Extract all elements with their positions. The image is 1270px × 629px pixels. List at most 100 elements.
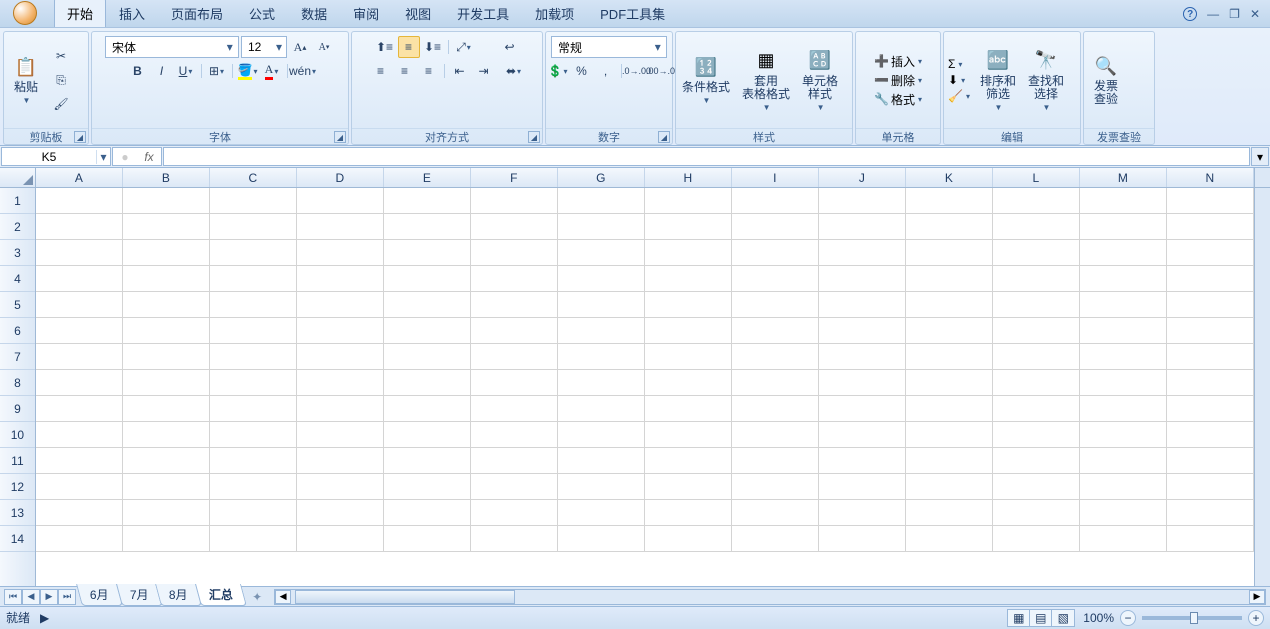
cell[interactable] bbox=[471, 474, 558, 500]
cell[interactable] bbox=[123, 266, 210, 292]
cell[interactable] bbox=[210, 318, 297, 344]
cell[interactable] bbox=[1080, 344, 1167, 370]
cell[interactable] bbox=[906, 214, 993, 240]
cell[interactable] bbox=[732, 266, 819, 292]
increase-indent-button[interactable]: ⇥ bbox=[473, 60, 495, 82]
ribbon-tab-4[interactable]: 数据 bbox=[288, 0, 340, 27]
zoom-out-button[interactable]: − bbox=[1120, 610, 1136, 626]
sheet-tab[interactable]: 6月 bbox=[76, 584, 123, 606]
cell[interactable] bbox=[1167, 240, 1254, 266]
horizontal-scrollbar[interactable]: ◀ ▶ bbox=[274, 589, 1266, 605]
format-cells-button[interactable]: 🔧格式▾ bbox=[874, 91, 922, 108]
cell[interactable] bbox=[123, 370, 210, 396]
office-button[interactable] bbox=[0, 0, 50, 27]
decrease-indent-button[interactable]: ⇤ bbox=[449, 60, 471, 82]
row-header[interactable]: 6 bbox=[0, 318, 35, 344]
ribbon-tab-3[interactable]: 公式 bbox=[236, 0, 288, 27]
font-size-combo[interactable]: ▾ bbox=[241, 36, 287, 58]
paste-button[interactable]: 📋 粘贴 ▼ bbox=[4, 53, 48, 107]
column-header[interactable]: L bbox=[993, 168, 1080, 187]
cell[interactable] bbox=[819, 396, 906, 422]
cell[interactable] bbox=[732, 500, 819, 526]
cell[interactable] bbox=[1167, 474, 1254, 500]
ribbon-tab-9[interactable]: PDF工具集 bbox=[587, 0, 678, 27]
format-painter-button[interactable]: 🖌 bbox=[50, 93, 72, 115]
cell[interactable] bbox=[210, 448, 297, 474]
row-header[interactable]: 11 bbox=[0, 448, 35, 474]
comma-button[interactable]: , bbox=[595, 60, 617, 82]
cell[interactable] bbox=[471, 526, 558, 552]
cell[interactable] bbox=[297, 526, 384, 552]
column-header[interactable]: E bbox=[384, 168, 471, 187]
sort-filter-button[interactable]: 🔤排序和 筛选▼ bbox=[974, 47, 1022, 114]
cell[interactable] bbox=[906, 500, 993, 526]
macro-record-icon[interactable]: ▶ bbox=[40, 611, 49, 625]
cell[interactable] bbox=[297, 240, 384, 266]
ribbon-tab-0[interactable]: 开始 bbox=[54, 0, 106, 27]
cell[interactable] bbox=[297, 474, 384, 500]
cell[interactable] bbox=[1167, 396, 1254, 422]
cell[interactable] bbox=[36, 214, 123, 240]
cell[interactable] bbox=[819, 318, 906, 344]
cell[interactable] bbox=[210, 292, 297, 318]
cell[interactable] bbox=[906, 344, 993, 370]
cell[interactable] bbox=[1080, 526, 1167, 552]
cell[interactable] bbox=[732, 474, 819, 500]
cell[interactable] bbox=[645, 422, 732, 448]
ribbon-tab-2[interactable]: 页面布局 bbox=[158, 0, 236, 27]
clear-button[interactable]: 🧹▾ bbox=[948, 89, 970, 103]
cell[interactable] bbox=[558, 370, 645, 396]
cell[interactable] bbox=[819, 474, 906, 500]
cell[interactable] bbox=[645, 344, 732, 370]
cell[interactable] bbox=[558, 344, 645, 370]
cell[interactable] bbox=[210, 266, 297, 292]
cell[interactable] bbox=[471, 448, 558, 474]
cell[interactable] bbox=[123, 240, 210, 266]
cell[interactable] bbox=[819, 448, 906, 474]
cell[interactable] bbox=[819, 188, 906, 214]
cell[interactable] bbox=[732, 292, 819, 318]
font-name-combo[interactable]: ▾ bbox=[105, 36, 239, 58]
cell[interactable] bbox=[297, 370, 384, 396]
column-header[interactable]: K bbox=[906, 168, 993, 187]
cell[interactable] bbox=[645, 474, 732, 500]
cell[interactable] bbox=[384, 526, 471, 552]
cell[interactable] bbox=[819, 500, 906, 526]
cell-styles-button[interactable]: 🔠单元格 样式▼ bbox=[796, 47, 844, 114]
cell[interactable] bbox=[384, 188, 471, 214]
cell[interactable] bbox=[36, 422, 123, 448]
cell[interactable] bbox=[36, 526, 123, 552]
cell[interactable] bbox=[36, 370, 123, 396]
cell[interactable] bbox=[36, 500, 123, 526]
cell[interactable] bbox=[297, 318, 384, 344]
cell[interactable] bbox=[384, 214, 471, 240]
cell[interactable] bbox=[1167, 526, 1254, 552]
page-layout-view-button[interactable]: ▤ bbox=[1030, 610, 1052, 626]
cell[interactable] bbox=[645, 214, 732, 240]
cell[interactable] bbox=[471, 370, 558, 396]
fill-button[interactable]: ⬇▾ bbox=[948, 73, 970, 87]
cell[interactable] bbox=[558, 214, 645, 240]
cell[interactable] bbox=[906, 396, 993, 422]
cell[interactable] bbox=[1167, 370, 1254, 396]
cell[interactable] bbox=[123, 526, 210, 552]
cell[interactable] bbox=[993, 370, 1080, 396]
ribbon-tab-5[interactable]: 审阅 bbox=[340, 0, 392, 27]
cell[interactable] bbox=[558, 266, 645, 292]
cell[interactable] bbox=[819, 240, 906, 266]
cell[interactable] bbox=[645, 448, 732, 474]
percent-button[interactable]: % bbox=[571, 60, 593, 82]
cell[interactable] bbox=[123, 344, 210, 370]
conditional-format-button[interactable]: 🔢条件格式▼ bbox=[676, 53, 736, 107]
cell[interactable] bbox=[210, 526, 297, 552]
row-header[interactable]: 3 bbox=[0, 240, 35, 266]
cell[interactable] bbox=[993, 292, 1080, 318]
cell[interactable] bbox=[1080, 214, 1167, 240]
cell[interactable] bbox=[906, 474, 993, 500]
column-header[interactable]: C bbox=[210, 168, 297, 187]
column-header[interactable]: M bbox=[1080, 168, 1167, 187]
cell[interactable] bbox=[297, 292, 384, 318]
cell[interactable] bbox=[1080, 422, 1167, 448]
cell[interactable] bbox=[384, 448, 471, 474]
cell[interactable] bbox=[1167, 500, 1254, 526]
